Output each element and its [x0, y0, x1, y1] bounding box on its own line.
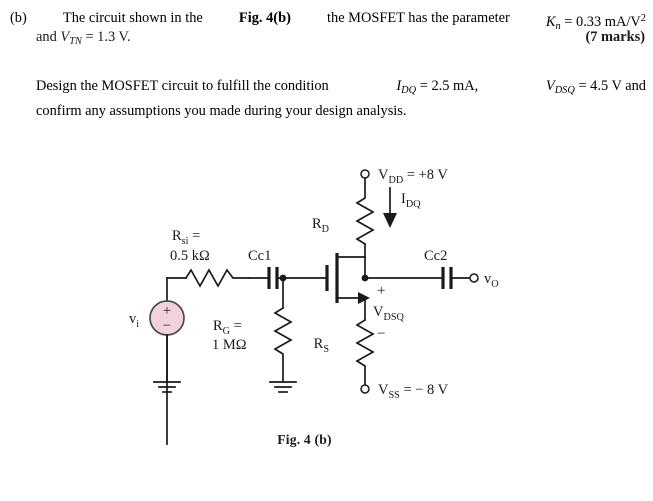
rg-equals: =	[230, 318, 242, 334]
q1-mid: the MOSFET has the parameter	[327, 10, 510, 26]
kn-symbol: K	[545, 14, 556, 31]
rsi-value: 0.5 kΩ	[170, 248, 210, 264]
source-label: vi	[129, 311, 139, 330]
marks-allocation: (7 marks)	[585, 29, 645, 45]
vdd-label: VDD = +8 V	[378, 167, 448, 186]
rg-resistor-symbol	[273, 306, 293, 383]
vdsq-subscript-fig: DSQ	[383, 312, 404, 323]
figure-caption-row: Fig. 4 (b)	[0, 432, 653, 448]
vdsq-value: = 4.5 V and	[574, 78, 646, 94]
vss-symbol: V	[378, 382, 389, 398]
vtn-subscript: TN	[69, 35, 82, 47]
rsi-resistor-symbol	[184, 268, 250, 288]
vtn-value: = 1.3 V.	[81, 29, 131, 45]
vdd-value: = +8 V	[403, 167, 448, 183]
idq-subscript: DQ	[401, 84, 417, 96]
rs-resistor-symbol	[355, 318, 375, 386]
vdd-subscript: DD	[388, 175, 403, 186]
vss-value: = − 8 V	[400, 382, 449, 398]
rg-symbol: R	[213, 318, 223, 334]
rd-subscript: D	[322, 224, 329, 235]
vo-subscript: O	[491, 279, 498, 290]
q1-figure-reference: Fig. 4(b)	[238, 10, 291, 26]
rd-resistor-symbol	[355, 177, 375, 246]
vdd-symbol: V	[378, 167, 389, 183]
vtn-symbol: V	[60, 29, 70, 45]
output-label: vO	[484, 271, 499, 290]
page-root: (b) The circuit shown in the Fig. 4(b) t…	[0, 0, 653, 501]
vss-subscript: SS	[388, 390, 400, 401]
idq-label: IDQ	[401, 191, 421, 210]
kn-exponent: 2	[640, 13, 646, 24]
cc1-label: Cc1	[248, 248, 271, 264]
question-paragraph-2: Design the MOSFET circuit to fulfill the…	[36, 76, 646, 122]
mosfet-source-arrow	[358, 292, 370, 304]
figure-caption: Fig. 4 (b)	[277, 432, 332, 447]
rg-value: 1 MΩ	[212, 337, 247, 353]
vdsq-symbol: V	[545, 78, 555, 94]
circuit-diagram: + − Rsi = 0.5 kΩ Cc1 vi RG = 1 MΩ RD RS …	[0, 150, 653, 450]
idq-subscript-fig: DQ	[406, 199, 421, 210]
q3-idq-expression: IDQ = 2.5 mA,	[396, 76, 478, 101]
question-line-4: confirm any assumptions you made during …	[36, 102, 407, 119]
rg-label: RG =	[213, 318, 242, 337]
vdsq-symbol-fig: V	[373, 304, 384, 320]
source-plus-sign: +	[163, 303, 171, 319]
cc2-label: Cc2	[424, 248, 447, 264]
rd-label: RD	[312, 216, 329, 235]
kn-value: = 0.33 mA/V	[560, 14, 641, 31]
vdd-terminal	[360, 169, 370, 179]
idq-arrow-head	[383, 213, 397, 228]
question-line-2: and VTN = 1.3 V.	[36, 29, 131, 47]
vdsq-minus-sign: −	[377, 326, 385, 342]
idq-value: = 2.5 mA,	[416, 78, 479, 94]
rsi-label: Rsi =	[172, 228, 200, 247]
rd-symbol: R	[312, 216, 322, 232]
rs-subscript: S	[323, 344, 329, 355]
question-line-3: Design the MOSFET circuit to fulfill the…	[36, 76, 646, 101]
vi-subscript: i	[136, 319, 139, 330]
vss-label: VSS = − 8 V	[378, 382, 449, 401]
vdsq-label: VDSQ	[373, 304, 405, 323]
q3-vdsq-expression: VDSQ = 4.5 V and	[546, 76, 646, 101]
vdsq-subscript: DSQ	[554, 84, 575, 96]
rs-symbol: R	[314, 336, 324, 352]
rs-label: RS	[314, 336, 330, 355]
q2-and: and	[36, 29, 61, 45]
rsi-symbol: R	[172, 228, 182, 244]
question-label: (b)	[10, 10, 27, 26]
vdsq-plus-sign: +	[377, 283, 385, 299]
rsi-equals: =	[188, 228, 200, 244]
output-terminal	[469, 273, 479, 283]
source-minus-sign: −	[163, 318, 171, 334]
q3-pre: Design the MOSFET circuit to fulfill the…	[36, 78, 329, 94]
vss-terminal	[360, 384, 370, 394]
